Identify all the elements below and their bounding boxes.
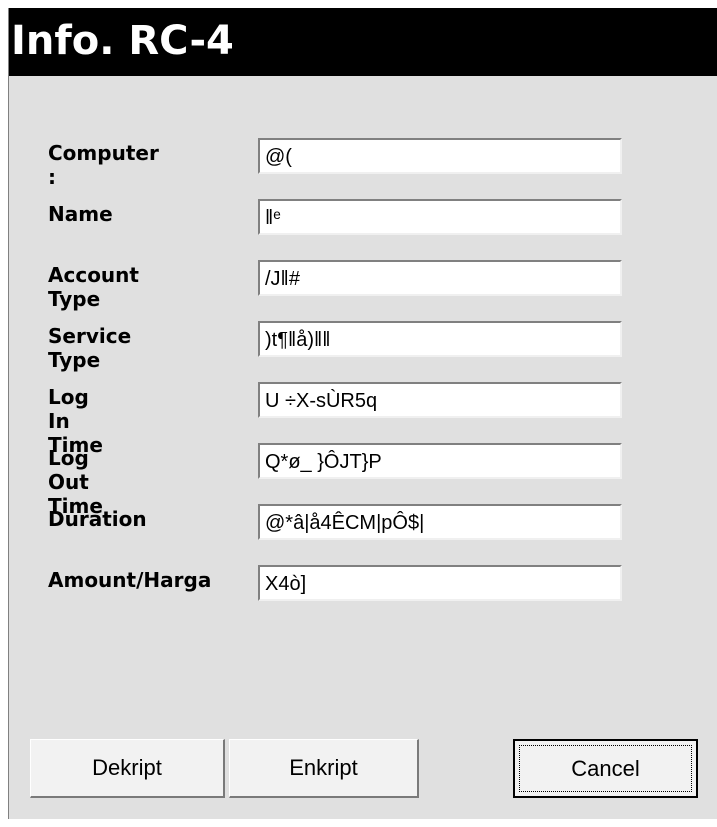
name-input[interactable]: ‖ᵉ (258, 199, 622, 235)
enkript-button[interactable]: Enkript (229, 739, 419, 798)
label-account-type: Account Type (48, 263, 139, 311)
window-title: Info. RC-4 (11, 18, 234, 64)
label-duration: Duration (48, 507, 147, 531)
service-type-input[interactable]: )t¶‖å)‖‖ (258, 321, 622, 357)
computer-input[interactable]: @( (258, 138, 622, 174)
log-in-time-input[interactable]: U ÷X-sÙR5q (258, 382, 622, 418)
label-computer: Computer : (48, 141, 159, 189)
label-service-type: Service Type (48, 324, 132, 372)
label-amount-harga: Amount/Harga (48, 568, 212, 592)
title-bar: Info. RC-4 (9, 8, 717, 76)
log-out-time-input[interactable]: Q*ø_ }ÔJT}P (258, 443, 622, 479)
cancel-button-label: Cancel (519, 745, 692, 792)
amount-input[interactable]: X4ò] (258, 565, 622, 601)
dekript-button[interactable]: Dekript (30, 739, 225, 798)
label-name: Name (48, 202, 113, 226)
dialog-window: Info. RC-4 Computer : @( Name ‖ᵉ Account… (8, 8, 717, 819)
cancel-button[interactable]: Cancel (513, 739, 698, 798)
account-type-input[interactable]: /J‖# (258, 260, 622, 296)
duration-input[interactable]: @*â|å4ÊCM|pÔ$| (258, 504, 622, 540)
